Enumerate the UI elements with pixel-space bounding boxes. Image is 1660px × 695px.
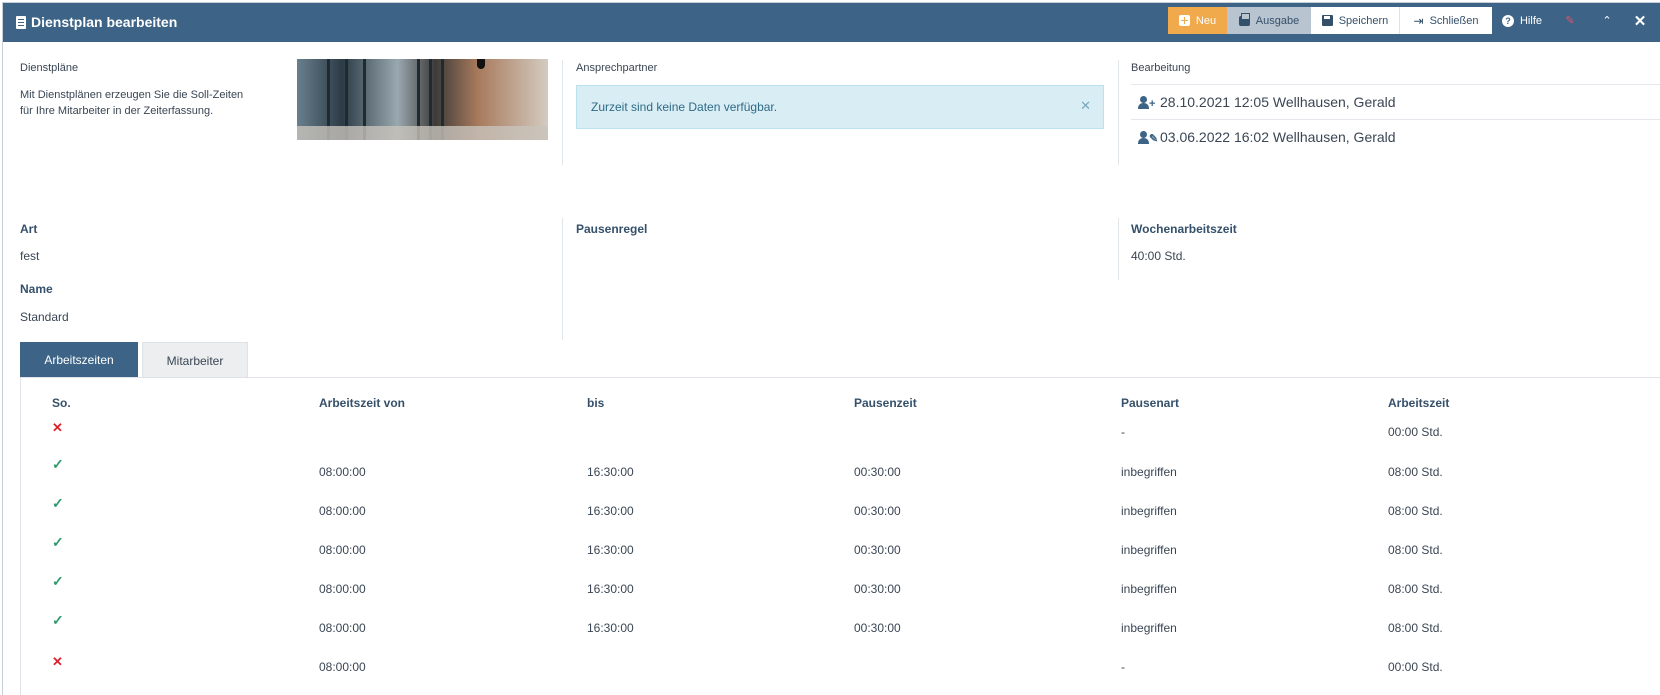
arbeitszeit-cell: 08:00 Std. bbox=[1388, 465, 1443, 479]
pausenart-cell: inbegriffen bbox=[1121, 582, 1177, 596]
pausenzeit-cell: 00:30:00 bbox=[854, 504, 901, 518]
close-window-button[interactable]: ✕ bbox=[1630, 7, 1650, 34]
von-cell: 08:00:00 bbox=[319, 582, 366, 596]
check-icon: ✓ bbox=[52, 573, 64, 589]
help-icon: ? bbox=[1501, 14, 1514, 27]
help-button-label: Hilfe bbox=[1519, 14, 1542, 27]
pausenzeit-cell: 00:30:00 bbox=[854, 543, 901, 557]
tab-arbeitszeiten[interactable]: Arbeitszeiten bbox=[20, 342, 138, 378]
cross-icon: ✕ bbox=[52, 654, 63, 669]
collapse-button[interactable]: ⌃ bbox=[1597, 7, 1617, 34]
dienstplaene-description: Mit Dienstplänen erzeugen Sie die Soll-Z… bbox=[20, 89, 244, 117]
bis-cell: 16:30:00 bbox=[587, 621, 634, 635]
user-edit-icon: ✎ bbox=[1138, 130, 1158, 144]
plus-icon bbox=[1178, 15, 1190, 26]
tab-mitarbeiter[interactable]: Mitarbeiter bbox=[142, 342, 248, 378]
no-data-alert: Zurzeit sind keine Daten verfügbar. ✕ bbox=[576, 85, 1104, 129]
divider bbox=[1118, 60, 1119, 165]
output-button-label: Ausgabe bbox=[1255, 14, 1300, 27]
page-title-text: Dienstplan bearbeiten bbox=[31, 14, 178, 30]
new-button-label: Neu bbox=[1195, 14, 1217, 27]
wochenarbeitszeit-value: 40:00 Std. bbox=[1131, 249, 1186, 263]
pausenart-cell: inbegriffen bbox=[1121, 465, 1177, 479]
column-header-bis: bis bbox=[587, 396, 605, 410]
print-icon bbox=[1238, 12, 1250, 26]
art-label: Art bbox=[20, 222, 38, 236]
user-add-icon: + bbox=[1138, 95, 1155, 109]
created-entry: + 28.10.2021 12:05 Wellhausen, Gerald bbox=[1131, 84, 1660, 119]
close-icon: ✕ bbox=[1633, 12, 1647, 30]
bis-cell: 16:30:00 bbox=[587, 582, 634, 596]
column-header-von: Arbeitszeit von bbox=[319, 396, 406, 410]
save-button[interactable]: Speichern bbox=[1311, 7, 1400, 34]
column-header-arbeitszeit: Arbeitszeit bbox=[1388, 396, 1450, 410]
new-button[interactable]: Neu bbox=[1168, 7, 1227, 34]
edit-pen-button[interactable]: ✎ bbox=[1560, 7, 1580, 34]
arbeitszeit-cell: 00:00 Std. bbox=[1388, 425, 1443, 439]
output-button[interactable]: Ausgabe bbox=[1227, 7, 1311, 34]
pausenzeit-cell: 00:30:00 bbox=[854, 621, 901, 635]
check-icon: ✓ bbox=[52, 534, 64, 550]
created-entry-text: 28.10.2021 12:05 Wellhausen, Gerald bbox=[1160, 94, 1396, 110]
check-icon: ✓ bbox=[52, 456, 64, 472]
document-icon bbox=[16, 15, 26, 29]
divider bbox=[562, 60, 563, 165]
pausenart-cell: - bbox=[1121, 425, 1125, 439]
pausenart-cell: - bbox=[1121, 660, 1125, 674]
divider bbox=[1118, 218, 1119, 280]
divider bbox=[562, 218, 563, 340]
pausenzeit-cell: 00:30:00 bbox=[854, 465, 901, 479]
arbeitszeit-cell: 08:00 Std. bbox=[1388, 504, 1443, 518]
von-cell: 08:00:00 bbox=[319, 660, 366, 674]
modified-entry: ✎ 03.06.2022 16:02 Wellhausen, Gerald bbox=[1131, 119, 1660, 154]
arbeitszeit-cell: 08:00 Std. bbox=[1388, 582, 1443, 596]
arbeitszeit-cell: 08:00 Std. bbox=[1388, 543, 1443, 557]
ansprechpartner-label: Ansprechpartner bbox=[576, 62, 658, 74]
name-label: Name bbox=[20, 282, 53, 296]
page-title: Dienstplan bearbeiten bbox=[16, 14, 177, 30]
pausenart-cell: inbegriffen bbox=[1121, 543, 1177, 557]
von-cell: 08:00:00 bbox=[319, 621, 366, 635]
pausenart-cell: inbegriffen bbox=[1121, 621, 1177, 635]
von-cell: 08:00:00 bbox=[319, 465, 366, 479]
arbeitszeit-cell: 08:00 Std. bbox=[1388, 621, 1443, 635]
office-photo bbox=[297, 59, 548, 140]
pausenzeit-cell: 00:30:00 bbox=[854, 582, 901, 596]
pen-icon: ✎ bbox=[1565, 15, 1575, 27]
art-value: fest bbox=[20, 249, 40, 263]
column-header-so: So. bbox=[52, 396, 71, 410]
bis-cell: 16:30:00 bbox=[587, 543, 634, 557]
sign-out-icon: ⇥ bbox=[1413, 13, 1424, 28]
close-form-button[interactable]: ⇥ Schließen bbox=[1400, 7, 1492, 34]
check-icon: ✓ bbox=[52, 495, 64, 511]
von-cell: 08:00:00 bbox=[319, 504, 366, 518]
bis-cell: 16:30:00 bbox=[587, 504, 634, 518]
pausenart-cell: inbegriffen bbox=[1121, 504, 1177, 518]
modified-entry-text: 03.06.2022 16:02 Wellhausen, Gerald bbox=[1160, 129, 1396, 145]
column-header-pausenzeit: Pausenzeit bbox=[854, 396, 917, 410]
bearbeitung-label: Bearbeitung bbox=[1131, 62, 1191, 74]
close-form-button-label: Schließen bbox=[1429, 14, 1479, 27]
save-icon bbox=[1321, 15, 1333, 26]
alert-close-icon[interactable]: ✕ bbox=[1080, 98, 1091, 114]
help-button[interactable]: ? Hilfe bbox=[1497, 7, 1547, 34]
dienstplaene-label: Dienstpläne bbox=[20, 62, 79, 74]
alert-message: Zurzeit sind keine Daten verfügbar. bbox=[591, 100, 778, 114]
cross-icon: ✕ bbox=[52, 420, 63, 435]
column-header-pausenart: Pausenart bbox=[1121, 396, 1180, 410]
save-button-label: Speichern bbox=[1338, 14, 1389, 27]
von-cell: 08:00:00 bbox=[319, 543, 366, 557]
name-value: Standard bbox=[20, 310, 69, 324]
bis-cell: 16:30:00 bbox=[587, 465, 634, 479]
pausenregel-label: Pausenregel bbox=[576, 222, 648, 236]
chevron-up-icon: ⌃ bbox=[1602, 15, 1612, 27]
wochenarbeitszeit-label: Wochenarbeitszeit bbox=[1131, 222, 1237, 236]
check-icon: ✓ bbox=[52, 612, 64, 628]
arbeitszeit-cell: 00:00 Std. bbox=[1388, 660, 1443, 674]
